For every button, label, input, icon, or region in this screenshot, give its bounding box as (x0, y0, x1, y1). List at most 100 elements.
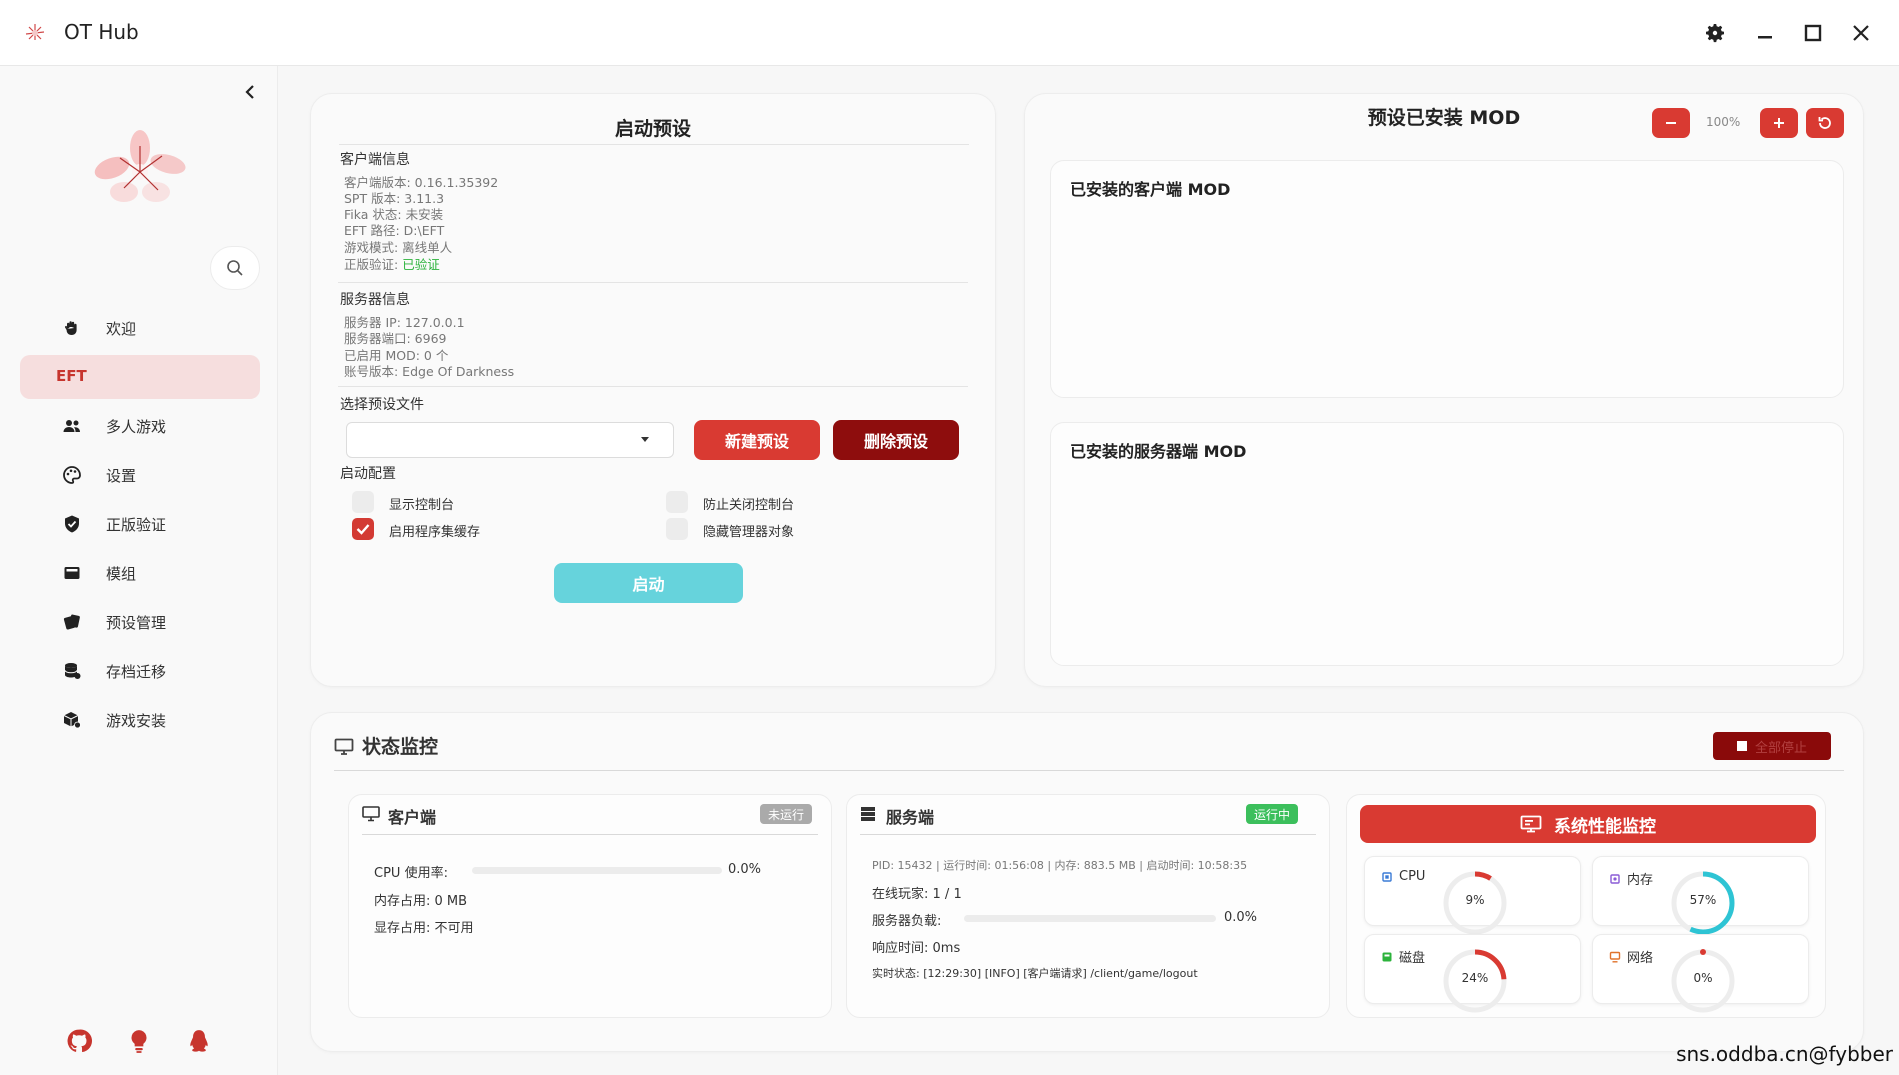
sidebar-item-save-migrate[interactable]: 存档迁移 (20, 649, 260, 693)
client-vram-value: 不可用 (434, 921, 474, 936)
perf-mem-label-row: 内存 (1609, 869, 1653, 888)
show-console-label: 显示控制台 (389, 498, 455, 513)
client-status-badge: 未运行 (760, 804, 813, 824)
verify-label: 正版验证: (344, 257, 403, 272)
status-monitor-title: 状态监控 (362, 736, 439, 758)
divider (339, 144, 969, 145)
shield-check-icon (65, 515, 79, 533)
divider (362, 834, 818, 835)
settings-button[interactable] (1700, 18, 1730, 48)
sidebar-search-button[interactable] (210, 246, 260, 290)
collapse-sidebar-button[interactable] (240, 80, 260, 104)
sidebar-item-welcome[interactable]: 欢迎 (20, 306, 260, 350)
server-players-row: 在线玩家: 1 / 1 (872, 883, 962, 902)
stop-all-button[interactable]: 全部停止 (1713, 732, 1831, 760)
client-cpu-bar (472, 867, 722, 874)
client-cpu-value: 0.0% (728, 862, 762, 877)
minimize-button[interactable] (1750, 18, 1780, 48)
server-status-title: 服务端 (886, 808, 935, 827)
client-info-title: 客户端信息 (340, 152, 410, 168)
sidebar-item-label: 多人游戏 (106, 418, 167, 436)
server-status-badge: 运行中 (1246, 804, 1299, 824)
select-preset-title: 选择预设文件 (340, 397, 424, 413)
palette-icon (63, 466, 81, 484)
brand-flower-logo (94, 130, 186, 202)
sidebar-item-label: 模组 (106, 565, 137, 583)
sidebar-footer (66, 1028, 212, 1054)
sidebar-item-settings[interactable]: 设置 (20, 453, 260, 497)
perf-net-label-row: 网络 (1609, 947, 1653, 966)
app-logo-icon (25, 24, 45, 40)
client-status-title: 客户端 (388, 808, 437, 827)
perf-cpu-label-row: CPU (1381, 869, 1425, 884)
github-icon[interactable] (66, 1028, 92, 1054)
close-button[interactable] (1846, 18, 1876, 48)
refresh-icon (1818, 117, 1831, 129)
sidebar-nav: 欢迎 EFT 多人游戏 设置 正版验证 模组 预设管理 存档迁移 游戏安装 (20, 306, 260, 747)
perf-net-value: 0% (1693, 971, 1713, 985)
sidebar-item-presets[interactable]: 预设管理 (20, 600, 260, 644)
sidebar-item-mods[interactable]: 模组 (20, 551, 260, 595)
divider (334, 770, 1844, 771)
perf-disk-label-row: 磁盘 (1381, 947, 1425, 966)
zoom-in-button[interactable] (1760, 108, 1798, 138)
server-resp-label: 响应时间: (872, 941, 929, 956)
database-icon (64, 663, 81, 679)
sidebar-item-label: 设置 (106, 467, 137, 485)
client-mem-row: 内存占用: 0 MB (374, 890, 467, 909)
new-preset-button[interactable]: 新建预设 (694, 420, 820, 460)
perf-cpu-value: 9% (1465, 893, 1485, 907)
divider (338, 386, 968, 387)
hide-manager-checkbox[interactable] (666, 518, 688, 540)
server-players-value: 1 / 1 (932, 887, 962, 902)
gear-icon (1706, 24, 1724, 43)
perf-disk-label: 磁盘 (1399, 951, 1426, 966)
sidebar-item-game-install[interactable]: 游戏安装 (20, 698, 260, 742)
qq-penguin-icon[interactable] (186, 1028, 212, 1054)
cards-icon (63, 614, 80, 630)
maximize-button[interactable] (1798, 18, 1828, 48)
client-vram-row: 显存占用: 不可用 (374, 917, 474, 936)
stop-all-label: 全部停止 (1754, 740, 1807, 756)
zoom-reset-button[interactable] (1806, 108, 1844, 138)
cpu-icon (1382, 871, 1392, 882)
client-mem-label: 内存占用: (374, 894, 431, 909)
assembly-cache-checkbox[interactable] (352, 518, 374, 540)
show-console-checkbox[interactable] (352, 491, 374, 513)
prevent-close-console-label: 防止关闭控制台 (703, 498, 795, 513)
network-icon (1609, 951, 1621, 962)
sidebar-item-verify[interactable]: 正版验证 (20, 502, 260, 546)
lightbulb-icon[interactable] (126, 1028, 152, 1054)
start-button[interactable]: 启动 (554, 563, 743, 603)
client-mods-title: 已安装的客户端 MOD (1070, 180, 1231, 199)
title-bar: OT Hub (0, 0, 1899, 66)
maximize-icon (1804, 24, 1822, 42)
sidebar-item-multiplayer[interactable]: 多人游戏 (20, 404, 260, 448)
server-info-title: 服务器信息 (340, 292, 410, 308)
zoom-out-button[interactable] (1652, 108, 1690, 138)
sidebar-item-eft[interactable]: EFT (20, 355, 260, 399)
perf-mem-box: 内存 57% (1592, 856, 1809, 935)
preset-select[interactable] (346, 422, 674, 458)
prevent-close-console-checkbox[interactable] (666, 491, 688, 513)
sidebar: 欢迎 EFT 多人游戏 设置 正版验证 模组 预设管理 存档迁移 游戏安装 (0, 66, 278, 1075)
client-vram-label: 显存占用: (374, 921, 431, 936)
stop-icon (1736, 741, 1747, 751)
perf-cpu-box: CPU 9% (1364, 856, 1581, 935)
server-realtime-value: [12:29:30] [INFO] [客户端请求] /client/game/l… (923, 967, 1198, 980)
server-realtime-row: 实时状态: [12:29:30] [INFO] [客户端请求] /client/… (872, 965, 1198, 981)
assembly-cache-label: 启用程序集缓存 (389, 525, 481, 540)
sidebar-item-label: 存档迁移 (106, 663, 167, 681)
memory-chip-icon (1610, 873, 1620, 884)
sidebar-item-label: 正版验证 (106, 516, 167, 534)
watermark: sns.oddba.cn@fybber (1676, 1042, 1893, 1066)
module-icon (64, 567, 80, 579)
sidebar-item-label: 游戏安装 (106, 712, 167, 730)
delete-preset-button[interactable]: 删除预设 (833, 420, 959, 460)
caret-down-icon (641, 437, 649, 442)
minimize-icon (1758, 36, 1772, 39)
verify-status: 已验证 (402, 257, 440, 272)
search-icon (227, 260, 243, 276)
perf-monitor-title: 系统性能监控 (1554, 816, 1656, 837)
server-realtime-label: 实时状态: (872, 967, 920, 980)
